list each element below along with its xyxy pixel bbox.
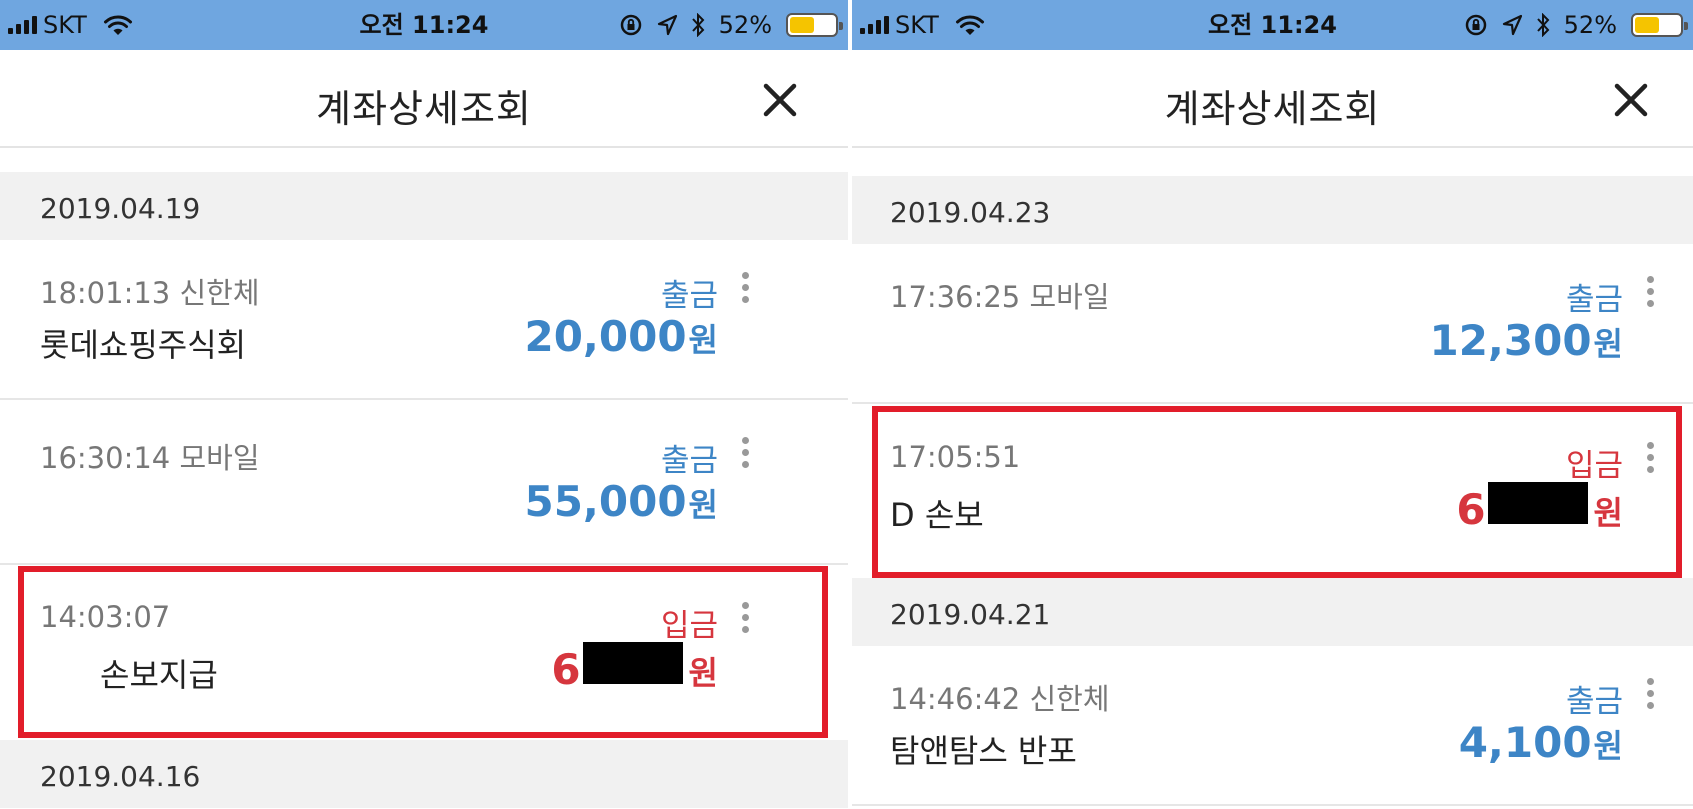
transaction-time: 17:05:51 [890, 440, 1021, 474]
transaction-row[interactable]: 18:01:13 신한체 롯데쇼핑주식회 출금 20,000 원 [0, 240, 848, 400]
amount-unit: 원 [1593, 494, 1623, 532]
rotation-lock-icon [1465, 14, 1486, 36]
transaction-amount: 55,000 원 [524, 477, 718, 526]
transaction-type: 출금 [660, 278, 718, 314]
date-label: 2019.04.16 [40, 760, 201, 793]
page-title: 계좌상세조회 [316, 87, 532, 131]
amount-unit: 원 [1593, 325, 1623, 363]
date-header: 2019.04.23 [852, 176, 1693, 244]
amount-unit: 원 [1593, 727, 1623, 765]
transaction-time: 17:36:25 모바일 [890, 280, 1110, 314]
transaction-time: 18:01:13 신한체 [40, 276, 260, 310]
transaction-description: 탐앤탐스 반포 [890, 732, 1077, 770]
transaction-row[interactable]: 14:03:07 손보지급 입금 6원 [0, 570, 848, 730]
screenshot-stage: SKT 오전 11:24 52% 계좌상세조회 2019.04.19 18:01… [0, 0, 1693, 809]
more-vertical-icon[interactable] [740, 602, 750, 638]
amount-value: 6 [551, 645, 581, 694]
transaction-type: 입금 [660, 608, 718, 644]
rotation-lock-icon [620, 14, 641, 36]
close-button[interactable] [1611, 80, 1651, 120]
battery-icon [786, 13, 843, 37]
transaction-amount: 20,000 원 [524, 312, 718, 361]
battery-percent: 52% [718, 11, 772, 39]
close-icon [763, 83, 797, 117]
transaction-description: D 손보 [890, 496, 984, 534]
location-arrow-icon [1502, 14, 1522, 36]
status-bar: SKT 오전 11:24 52% [0, 0, 848, 50]
more-vertical-icon[interactable] [1645, 276, 1655, 312]
transaction-type: 출금 [1565, 282, 1623, 318]
battery-percent: 52% [1563, 11, 1617, 39]
status-right: 52% [1464, 11, 1688, 39]
right-phone-screen: SKT 오전 11:24 52% 계좌상세조회 2019.04.23 17:36… [852, 0, 1693, 809]
more-vertical-icon[interactable] [740, 437, 750, 473]
transaction-row[interactable]: 16:30:14 모바일 출금 55,000 원 [0, 405, 848, 565]
transaction-time: 14:03:07 [40, 600, 171, 634]
transaction-time: 14:46:42 신한체 [890, 682, 1110, 716]
bluetooth-icon [691, 13, 705, 37]
page-title: 계좌상세조회 [1164, 87, 1381, 131]
amount-value: 6 [1456, 485, 1486, 534]
date-header: 2019.04.16 [0, 740, 848, 808]
amount-value: 12,300 [1429, 316, 1592, 365]
left-phone-screen: SKT 오전 11:24 52% 계좌상세조회 2019.04.19 18:01… [0, 0, 848, 809]
amount-value: 20,000 [524, 312, 687, 361]
date-label: 2019.04.21 [890, 598, 1051, 631]
transaction-row[interactable]: 17:36:25 모바일 출금 12,300 원 [852, 244, 1693, 404]
more-vertical-icon[interactable] [1645, 678, 1655, 714]
amount-value: 55,000 [524, 477, 687, 526]
amount-value: 4,100 [1458, 718, 1592, 767]
transaction-type: 출금 [660, 443, 718, 479]
location-arrow-icon [657, 14, 677, 36]
status-right: 52% [619, 11, 843, 39]
transaction-description: 롯데쇼핑주식회 [40, 326, 247, 364]
transaction-description: 손보지급 [100, 656, 218, 694]
transaction-time: 16:30:14 모바일 [40, 441, 260, 475]
more-vertical-icon[interactable] [1645, 442, 1655, 478]
page-header: 계좌상세조회 [852, 50, 1693, 148]
transaction-amount: 4,100 원 [1459, 718, 1623, 767]
date-label: 2019.04.19 [40, 192, 201, 225]
status-bar: SKT 오전 11:24 52% [852, 0, 1693, 50]
redaction-block [582, 642, 683, 684]
date-header: 2019.04.19 [0, 172, 848, 240]
amount-unit: 원 [688, 654, 718, 692]
transaction-type: 입금 [1565, 448, 1623, 484]
close-button[interactable] [760, 80, 800, 120]
transaction-amount: 6원 [551, 642, 718, 694]
page-header: 계좌상세조회 [0, 50, 848, 148]
battery-icon [1631, 13, 1688, 37]
transaction-row[interactable]: 17:05:51 D 손보 입금 6원 [852, 410, 1693, 570]
date-header: 2019.04.21 [852, 578, 1693, 646]
transaction-row[interactable]: 14:46:42 신한체 탐앤탐스 반포 출금 4,100 원 [852, 646, 1693, 806]
amount-unit: 원 [688, 321, 718, 359]
date-label: 2019.04.23 [890, 196, 1051, 229]
bluetooth-icon [1536, 13, 1550, 37]
redaction-block [1487, 482, 1588, 524]
amount-unit: 원 [688, 486, 718, 524]
transaction-amount: 6원 [1456, 482, 1623, 534]
close-icon [1614, 83, 1648, 117]
transaction-type: 출금 [1565, 684, 1623, 720]
more-vertical-icon[interactable] [740, 272, 750, 308]
transaction-amount: 12,300 원 [1429, 316, 1623, 365]
